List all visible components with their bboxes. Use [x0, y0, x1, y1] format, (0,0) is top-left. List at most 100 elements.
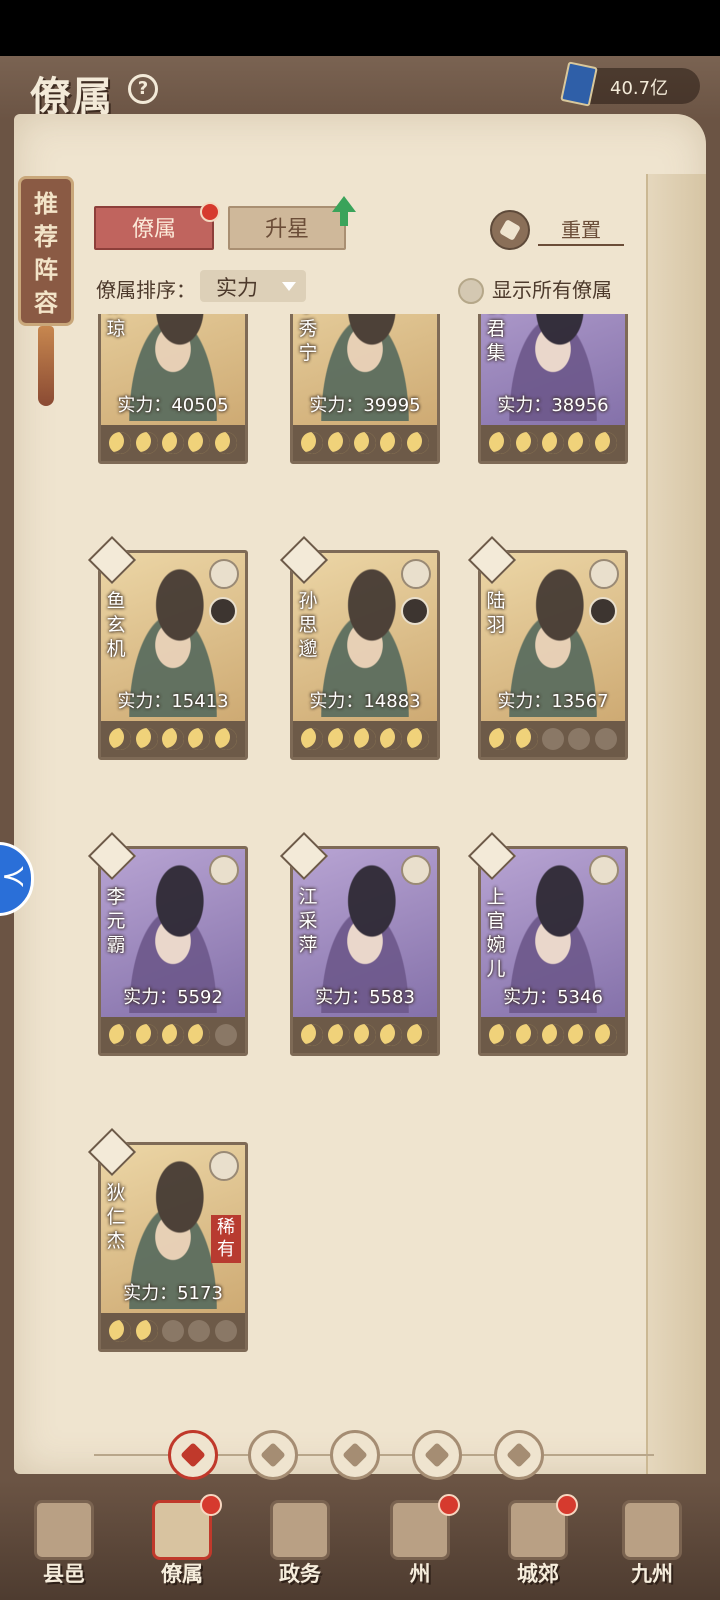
subordinate-card[interactable]: 陆羽 实力：13567 [467, 535, 628, 760]
nav-notification-dot [200, 1494, 222, 1516]
card-power: 实力：15413 [117, 691, 229, 712]
moon-star-filled-icon [135, 728, 158, 750]
moon-star-filled-icon [109, 728, 132, 750]
moon-star-filled-icon [541, 432, 564, 454]
card-name: 侯君集 [486, 314, 506, 364]
nav-building-icon [34, 1500, 94, 1560]
sort-dropdown[interactable]: 实力 [200, 270, 306, 302]
moon-star-filled-icon [135, 1320, 158, 1342]
moon-star-filled-icon [327, 432, 350, 454]
subordinate-card[interactable]: 李秀宁实力：39995 [290, 314, 440, 464]
moon-star-filled-icon [109, 1320, 132, 1342]
moon-star-filled-icon [489, 1024, 512, 1046]
star-rating [481, 721, 625, 757]
subordinate-card[interactable]: 李元霸 实力：5592 [87, 831, 248, 1056]
moon-star-filled-icon [489, 728, 512, 750]
recommended-lineup-button[interactable]: 推荐阵容 [18, 176, 74, 326]
card-name: 秦琼 [106, 314, 126, 340]
moon-star-filled-icon [406, 432, 429, 454]
reset-button[interactable]: 重置 [490, 210, 630, 250]
card-name: 江采萍 [298, 886, 318, 956]
moon-star-filled-icon [301, 432, 324, 454]
subordinate-card[interactable]: 鱼玄机实力：15413 [87, 535, 248, 760]
moon-star-empty-icon [568, 728, 591, 750]
subordinate-card[interactable]: 江采萍实力：5583 [279, 831, 440, 1056]
star-rating [481, 425, 625, 461]
subordinate-card[interactable]: 上官婉儿实力：5346 [467, 831, 628, 1056]
card-name: 上官婉儿 [486, 886, 506, 980]
system-status-bar [0, 0, 720, 56]
nav-item-3[interactable]: 政务 [252, 1500, 348, 1600]
card-power: 实力：5173 [123, 1283, 223, 1304]
currency-value: 40.7亿 [610, 78, 669, 99]
moon-star-filled-icon [380, 728, 403, 750]
subordinate-card[interactable]: 秦琼实力：40505 [98, 314, 248, 464]
tab-notification-dot [200, 202, 220, 222]
moon-star-filled-icon [568, 432, 591, 454]
nav-label: 州 [409, 1561, 431, 1586]
recommended-lineup-label: 推荐阵容 [34, 189, 58, 317]
star-rating [101, 1313, 245, 1349]
all-category-icon[interactable] [168, 1430, 218, 1480]
card-name: 李元霸 [106, 886, 126, 956]
nav-label: 九州 [631, 1561, 673, 1586]
card-power: 实力：13567 [497, 691, 609, 712]
star-rating [293, 721, 437, 757]
header-bar: 僚属 ? 40.7亿 [0, 56, 720, 120]
nav-building-icon [622, 1500, 682, 1560]
moon-star-empty-icon [541, 728, 564, 750]
card-name: 鱼玄机 [106, 590, 126, 660]
moon-star-filled-icon [301, 1024, 324, 1046]
show-all-checkbox[interactable] [458, 278, 484, 304]
nav-item-4[interactable]: 州 [372, 1494, 468, 1600]
tab-subordinates[interactable]: 僚属 [94, 206, 214, 250]
subordinate-card[interactable]: 侯君集实力：38956 [478, 314, 628, 464]
gourd-category-icon[interactable] [330, 1430, 380, 1480]
game-screen: 僚属 ? 40.7亿 推荐阵容 僚属 升星 重置 僚属排序： 实力 显示所有僚属… [0, 56, 720, 1600]
currency-display[interactable]: 40.7亿 [560, 61, 700, 107]
card-name: 李秀宁 [298, 314, 318, 364]
card-name: 狄仁杰 [106, 1182, 126, 1252]
bell-category-icon[interactable] [248, 1430, 298, 1480]
moon-star-filled-icon [406, 728, 429, 750]
show-all-label: 显示所有僚属 [492, 278, 612, 302]
card-power: 实力：40505 [117, 395, 229, 416]
moon-star-empty-icon [214, 1024, 237, 1046]
faction-emblem-icon [589, 559, 619, 589]
upgrade-arrow-stem [340, 210, 348, 226]
nav-item-1[interactable]: 县邑 [16, 1500, 112, 1600]
moon-star-filled-icon [594, 1024, 617, 1046]
nav-notification-dot [556, 1494, 578, 1516]
help-icon[interactable]: ? [128, 74, 158, 104]
card-power: 实力：5346 [503, 987, 603, 1008]
moon-star-empty-icon [594, 728, 617, 750]
sort-value: 实力 [216, 276, 258, 300]
tab-star-up[interactable]: 升星 [228, 206, 346, 250]
reset-label: 重置 [538, 214, 624, 246]
subordinate-card[interactable]: 孙思邈 实力：14883 [279, 535, 440, 760]
moon-star-filled-icon [380, 1024, 403, 1046]
card-power: 实力：14883 [309, 691, 421, 712]
moon-star-filled-icon [541, 1024, 564, 1046]
subordinate-card-grid: 秦琼实力：40505 李秀宁实力：39995 侯君集实力：38956 鱼玄机实力：15… [0, 314, 720, 1424]
nav-item-5[interactable]: 城郊 [490, 1494, 586, 1600]
subordinate-card[interactable]: 狄仁杰 实力：5173 稀有 [87, 1127, 248, 1352]
moon-star-empty-icon [188, 1320, 211, 1342]
nav-label: 政务 [279, 1561, 321, 1586]
card-power: 实力：39995 [309, 395, 421, 416]
lion-category-icon[interactable] [494, 1430, 544, 1480]
companion-avatar-icon [589, 597, 617, 625]
chevron-down-icon [282, 282, 296, 291]
faction-emblem-icon [209, 855, 239, 885]
star-rating [101, 425, 245, 461]
nav-item-6[interactable]: 九州 [604, 1500, 700, 1600]
moon-star-filled-icon [594, 432, 617, 454]
bottom-navigation: 县邑 僚属 政务 州 城郊 九州 [0, 1480, 720, 1600]
nav-item-2[interactable]: 僚属 [134, 1494, 230, 1600]
star-rating [293, 425, 437, 461]
card-power: 实力：5583 [315, 987, 415, 1008]
moon-star-empty-icon [214, 1320, 237, 1342]
fan-category-icon[interactable] [412, 1430, 462, 1480]
moon-star-filled-icon [327, 728, 350, 750]
book-icon [560, 61, 598, 107]
